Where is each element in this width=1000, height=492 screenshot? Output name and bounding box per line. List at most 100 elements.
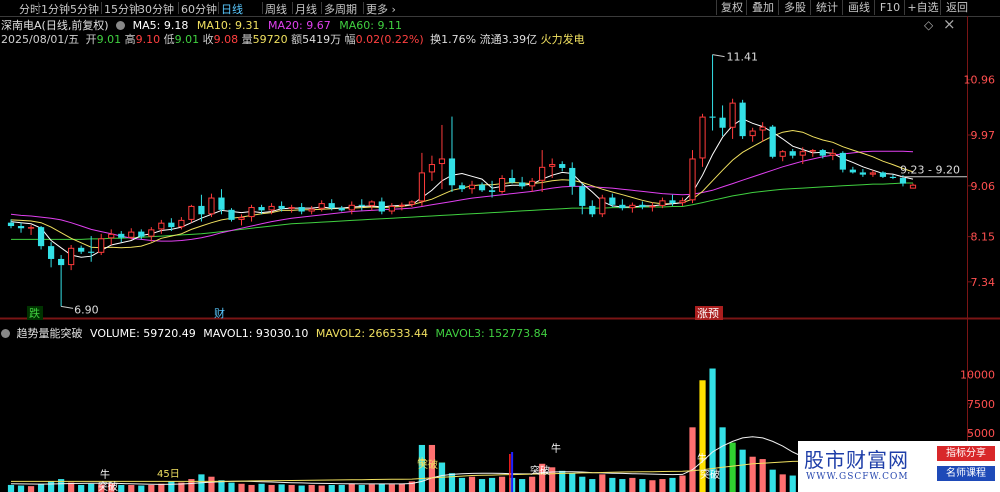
volume-bar — [128, 484, 135, 492]
volume-bar — [498, 476, 506, 492]
volume-signal-marker: 牛 — [697, 452, 707, 465]
candle-body — [378, 201, 385, 212]
low-key: 低 — [163, 33, 175, 46]
volume-bar — [478, 479, 486, 492]
candle-body — [47, 246, 55, 259]
price-tick-label: 10.96 — [964, 74, 996, 87]
volume-bar — [238, 483, 245, 492]
volume-bar — [148, 484, 155, 492]
volume-bar — [609, 477, 616, 492]
candle-body — [358, 204, 365, 206]
volume-bar — [619, 479, 626, 492]
candle-body — [428, 164, 436, 173]
volume-bar — [248, 484, 255, 492]
volume-bar — [7, 484, 15, 492]
open-value: 9.01 — [96, 33, 122, 46]
candle-body — [478, 184, 486, 191]
tag-indicator-share[interactable]: 指标分享 — [937, 446, 995, 461]
candle-body — [98, 238, 105, 253]
chart-header-line2: 2025/08/01/五 开9.01 高9.10 低9.01 收9.08 量59… — [1, 31, 585, 47]
candle-body — [268, 205, 275, 211]
mavol1-value: MAVOL1: 93030.10 — [203, 327, 309, 340]
volume-bar — [669, 477, 676, 492]
candle-body — [909, 184, 917, 189]
candle-body — [238, 217, 245, 220]
candle-body — [368, 201, 375, 206]
low-value: 9.01 — [174, 33, 200, 46]
float-value: 流通3.39亿 — [479, 33, 538, 46]
candle-body — [148, 229, 155, 237]
high-marker-line — [712, 54, 725, 58]
diamond-icon[interactable]: ◇ — [924, 18, 933, 32]
volume-bar — [468, 476, 476, 492]
candle-body — [889, 176, 897, 178]
volume-bar — [759, 459, 766, 492]
settings-icon[interactable] — [116, 21, 126, 30]
volume-bar — [47, 481, 55, 492]
tag-teacher-course[interactable]: 名师课程 — [937, 466, 995, 481]
candle-body — [37, 227, 45, 247]
volume-bar — [288, 484, 295, 492]
candle-body — [539, 166, 546, 181]
mavol3-value: MAVOL3: 152773.84 — [435, 327, 548, 340]
candle-body — [629, 204, 636, 209]
indicator-header: 趋势量能突破 VOLUME: 59720.49 MAVOL1: 93030.10… — [1, 325, 548, 341]
price-tick-label: 7.34 — [971, 276, 996, 289]
volume-signal-marker: 突破 — [98, 480, 118, 492]
candle-body — [529, 180, 536, 187]
mavol-line — [10, 436, 914, 485]
candle-body — [498, 178, 506, 192]
change-key: 幅 — [344, 33, 356, 46]
ma20-line — [10, 150, 914, 242]
volume-bar — [118, 484, 125, 492]
volume-bar — [579, 476, 586, 492]
candle-body — [609, 197, 616, 205]
candle-body — [769, 126, 776, 157]
volume-bar — [298, 485, 305, 492]
volume-bar — [378, 483, 385, 492]
volume-bar — [358, 484, 365, 492]
candle-body — [348, 204, 355, 211]
low-marker-line — [61, 305, 74, 309]
watermark-logo: 股市财富网 WWW.GSCFW.COM 指标分享 名师课程 — [798, 441, 1000, 492]
indicator-name: 趋势量能突破 — [16, 327, 83, 340]
high-label: 11.41 — [727, 51, 759, 64]
candle-body — [128, 231, 135, 238]
candle-body — [298, 207, 305, 212]
volume-bar — [679, 475, 686, 492]
candle-body — [58, 258, 65, 266]
volume-signal-marker: 牛 — [551, 442, 561, 455]
vol-value: 59720 — [252, 33, 288, 46]
volume-bar — [168, 481, 175, 492]
volume-signal-marker: 45日 — [157, 469, 180, 480]
candle-body — [719, 117, 726, 128]
price-tick-label: 9.06 — [971, 180, 996, 193]
candle-body — [619, 204, 626, 209]
candle-body — [188, 205, 195, 220]
volume-bar — [649, 480, 656, 492]
close-icon[interactable]: × — [943, 15, 956, 33]
candle-body — [559, 164, 566, 168]
volume-bar — [208, 476, 215, 492]
volume-bar — [549, 467, 556, 492]
concept-label[interactable]: 火力发电 — [541, 33, 585, 46]
last-price-label: 9.23 - 9.20 — [900, 164, 960, 177]
volume-bar — [789, 475, 796, 492]
volume-bar — [569, 473, 576, 492]
volume-bar — [739, 449, 746, 492]
volume-bar — [398, 483, 405, 492]
indicator-settings-icon[interactable] — [1, 329, 10, 338]
candle-body — [398, 204, 405, 207]
candle-body — [88, 251, 95, 253]
volume-bar — [729, 442, 736, 492]
volume-bar — [308, 484, 315, 492]
date-label: 2025/08/01/五 — [1, 33, 80, 46]
candle-body — [288, 207, 295, 209]
volume-value: VOLUME: 59720.49 — [90, 327, 196, 340]
candle-body — [438, 158, 446, 165]
volume-bar — [589, 479, 596, 492]
volume-bar — [338, 484, 345, 492]
candle-body — [388, 205, 395, 212]
watermark-title: 股市财富网 — [804, 448, 909, 472]
candle-body — [338, 208, 345, 211]
